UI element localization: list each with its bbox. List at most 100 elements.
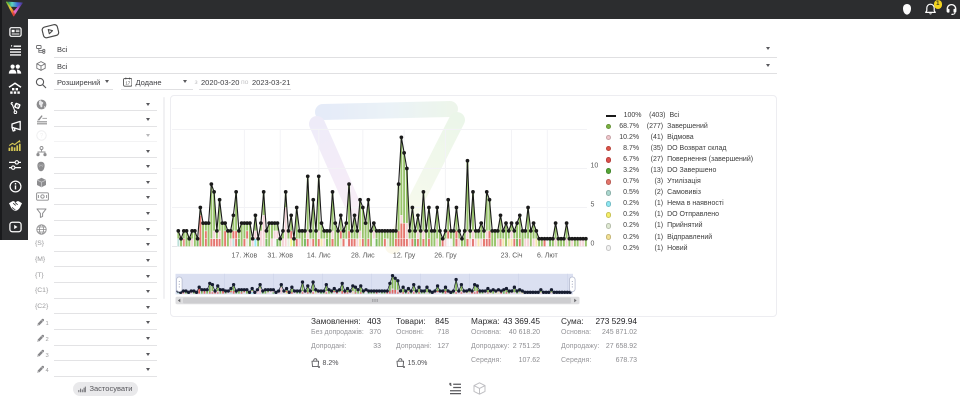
date-field-value: Додане [136, 78, 162, 87]
legend-item[interactable]: 100%(403)Всі [606, 110, 754, 121]
video-frame-icon[interactable] [41, 23, 61, 40]
navigator-handle-left[interactable] [176, 277, 182, 292]
sidebar [0, 19, 28, 240]
product-select[interactable]: Всі [54, 58, 777, 75]
filter-select[interactable] [54, 157, 157, 158]
globe-earth-icon [36, 99, 47, 110]
filter-select[interactable] [54, 298, 157, 299]
search-mode-select[interactable]: Розширений [54, 74, 113, 90]
legend-item[interactable]: 0.7%(3)Утилізація [606, 176, 754, 187]
stat-sub-value: 27 658.92 [606, 343, 637, 350]
x-axis-label: 17. Жов [231, 253, 257, 260]
list-view-icon[interactable] [449, 382, 462, 395]
legend-percent: 68.7% [615, 123, 639, 130]
stat-sub-value: 107.62 [519, 357, 540, 364]
filter-select[interactable] [54, 173, 157, 174]
legend-label: Відправлений [667, 234, 712, 241]
headset-icon[interactable] [945, 3, 958, 16]
legend-item[interactable]: 10.2%(41)Відмова [606, 132, 754, 143]
person-head-icon [36, 161, 46, 172]
notification-badge: 1 [934, 0, 943, 9]
brace-field-icon: {C1} [35, 287, 48, 294]
chevron-down-icon [146, 368, 150, 371]
mini-chart-icon [78, 385, 86, 393]
filter-select[interactable] [54, 329, 157, 330]
legend-line-swatch [606, 115, 616, 117]
stat-sub-value: 127 [437, 343, 449, 350]
date-to-input[interactable]: 2023-03-21 [250, 74, 291, 90]
legend-item[interactable]: 0.2%(1)Прийнятий [606, 220, 754, 231]
sidebar-item-video[interactable] [2, 218, 28, 237]
sales-funnel-select[interactable]: Всі [54, 41, 777, 58]
sidebar-item-sliders[interactable] [2, 156, 28, 175]
legend-dot-swatch [606, 179, 612, 185]
chevron-down-icon [146, 259, 150, 262]
stat-sub-value: 370 [369, 329, 381, 336]
question-circle-icon: ? [36, 130, 47, 141]
sidebar-item-warehouse[interactable] [2, 79, 28, 98]
legend-dot-swatch [606, 124, 612, 130]
stats-column-1: Товари:845Основні:718Допродані:12715.0% [396, 316, 449, 370]
legend-item[interactable]: 0.2%(1)Відправлений [606, 232, 754, 243]
sidebar-item-clients[interactable] [2, 60, 28, 79]
chevron-down-icon [146, 353, 150, 356]
legend-item[interactable]: 0.5%(2)Самовивіз [606, 187, 754, 198]
product-select-value: Всі [57, 62, 67, 71]
legend-item[interactable]: 68.7%(277)Завершений [606, 121, 754, 132]
sidebar-item-analytics-chart[interactable] [2, 136, 28, 155]
banknote-icon [36, 192, 49, 201]
legend-label: Утилізація [667, 178, 701, 185]
pencil-icon [36, 334, 45, 343]
legend-item[interactable]: 0.2%(1)DO Отправлено [606, 209, 754, 220]
org-network-icon [36, 146, 47, 157]
billing-card-icon [9, 26, 22, 38]
filter-select[interactable] [54, 251, 157, 252]
filter-select[interactable] [54, 141, 157, 142]
apply-button[interactable]: Застосувати [73, 382, 138, 396]
filter-select[interactable] [54, 204, 157, 205]
date-from-input[interactable]: 2020-03-20 [199, 74, 240, 90]
legend-item[interactable]: 6.7%(27)Повернення (завершений) [606, 154, 754, 165]
filter-select[interactable] [54, 266, 157, 267]
chart-navigator[interactable] [175, 274, 575, 295]
legend-dot-swatch [606, 135, 612, 141]
legend-item[interactable]: 8.7%(35)DO Возврат склад [606, 143, 754, 154]
chevron-down-icon [146, 290, 150, 293]
chart-scrollbar[interactable] [175, 297, 579, 304]
chevron-down-icon [146, 337, 150, 340]
filter-scrollbar[interactable] [163, 97, 166, 299]
sliders-icon [8, 159, 22, 171]
filter-select[interactable] [54, 282, 157, 283]
filter-select[interactable] [54, 235, 157, 236]
filter-select[interactable] [54, 126, 157, 127]
package-view-icon[interactable] [473, 382, 486, 395]
sidebar-item-billing-card[interactable] [2, 22, 28, 41]
legend-item[interactable]: 0.2%(1)Нема в наявності [606, 198, 754, 209]
x-axis-label: 31. Жов [267, 253, 293, 260]
filter-select[interactable] [54, 360, 157, 361]
legend-count: (2) [639, 189, 663, 196]
filter-select[interactable] [54, 313, 157, 314]
brace-field-icon: {C2} [35, 303, 48, 310]
navigator-handle-right[interactable] [569, 277, 575, 292]
stat-value: 403 [367, 316, 381, 326]
filter-select[interactable] [54, 220, 157, 221]
date-field-select[interactable]: 17 Додане [121, 74, 193, 90]
filter-select[interactable] [54, 345, 157, 346]
sidebar-edge [0, 19, 2, 240]
filter-select[interactable] [54, 110, 157, 111]
filter-select[interactable] [54, 376, 157, 377]
legend-item[interactable]: 0.2%(1)Новий [606, 243, 754, 254]
stat-sub-label: Основна: [471, 329, 501, 336]
filter-select[interactable] [54, 188, 157, 189]
sidebar-item-megaphone[interactable] [2, 117, 28, 136]
stat-value: 273 529.94 [595, 316, 637, 326]
sidebar-item-order-list[interactable] [2, 41, 28, 60]
brand-logo[interactable] [4, 1, 24, 18]
sidebar-item-info[interactable] [2, 177, 28, 196]
sidebar-item-handtruck[interactable] [2, 98, 28, 117]
stat-sub-value: 718 [437, 329, 449, 336]
user-icon[interactable] [901, 3, 913, 16]
sidebar-item-handshake[interactable] [2, 197, 28, 216]
legend-item[interactable]: 3.2%(13)DO Завершено [606, 165, 754, 176]
